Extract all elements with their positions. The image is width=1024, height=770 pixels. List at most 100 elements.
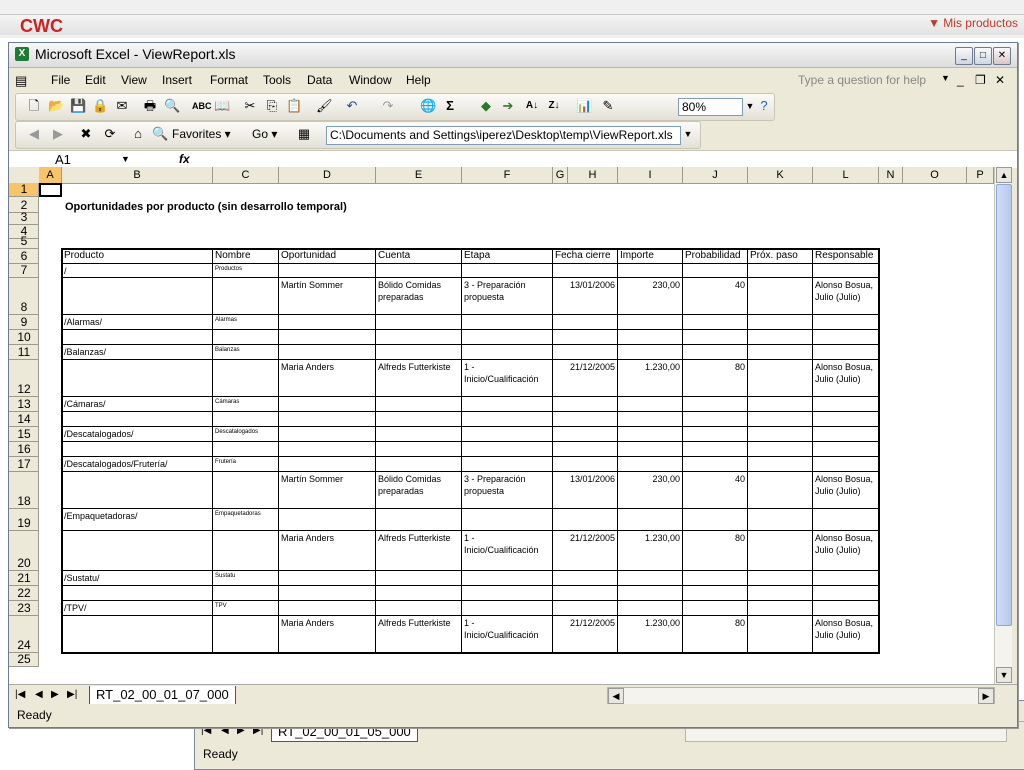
table-cell[interactable]: Alonso Bosua, Julio (Julio)	[813, 472, 879, 509]
table-cell[interactable]: 3 - Preparación propuesta	[462, 472, 553, 509]
column-header-b[interactable]: B	[62, 167, 213, 183]
table-cell[interactable]	[376, 315, 462, 330]
table-cell[interactable]	[813, 442, 879, 457]
table-cell[interactable]	[279, 601, 376, 616]
new-icon[interactable]: 🗋	[26, 98, 42, 114]
table-cell[interactable]	[813, 457, 879, 472]
column-header-k[interactable]: K	[748, 167, 813, 183]
table-cell[interactable]	[683, 397, 748, 412]
menu-file[interactable]: File	[51, 73, 70, 87]
table-header-cell[interactable]: Probabilidad	[683, 249, 748, 264]
web-back-icon[interactable]: ◀	[26, 126, 42, 142]
table-cell[interactable]	[462, 427, 553, 442]
table-cell[interactable]	[618, 345, 683, 360]
table-cell[interactable]: 21/12/2005	[553, 616, 618, 653]
table-cell[interactable]	[813, 571, 879, 586]
table-cell[interactable]	[553, 315, 618, 330]
scroll-down-icon[interactable]: ▼	[996, 667, 1012, 683]
table-cell[interactable]	[553, 345, 618, 360]
table-cell[interactable]	[462, 397, 553, 412]
table-cell[interactable]	[213, 330, 279, 345]
table-cell[interactable]	[553, 509, 618, 531]
favorites-menu[interactable]: Favorites ▾	[172, 127, 231, 141]
table-header-cell[interactable]: Próx. paso	[748, 249, 813, 264]
table-cell[interactable]	[748, 571, 813, 586]
table-cell[interactable]	[748, 330, 813, 345]
table-cell[interactable]: 1 - Inicio/Cualificación	[462, 360, 553, 397]
table-cell[interactable]	[376, 586, 462, 601]
row-header-17[interactable]: 17	[9, 457, 39, 472]
doc-minimize-button[interactable]: _	[957, 73, 964, 87]
table-cell[interactable]	[618, 397, 683, 412]
help-search-input[interactable]: Type a question for help	[793, 71, 939, 90]
table-cell[interactable]	[62, 278, 213, 315]
table-cell[interactable]	[813, 412, 879, 427]
table-cell[interactable]	[279, 442, 376, 457]
row-header-5[interactable]: 5	[9, 234, 39, 249]
row-header-19[interactable]: 19	[9, 509, 39, 531]
table-cell[interactable]	[462, 412, 553, 427]
table-header-cell[interactable]: Cuenta	[376, 249, 462, 264]
scroll-right-icon[interactable]: ▶	[978, 688, 994, 704]
table-cell[interactable]	[618, 427, 683, 442]
table-cell[interactable]	[376, 509, 462, 531]
table-cell[interactable]	[462, 330, 553, 345]
table-cell[interactable]	[376, 457, 462, 472]
menu-data[interactable]: Data	[307, 73, 332, 87]
table-cell[interactable]	[553, 264, 618, 278]
table-cell[interactable]: /Cámaras/	[62, 397, 213, 412]
table-cell[interactable]	[748, 601, 813, 616]
table-cell[interactable]	[748, 616, 813, 653]
table-cell[interactable]	[553, 442, 618, 457]
table-cell[interactable]	[618, 457, 683, 472]
table-header-cell[interactable]: Importe	[618, 249, 683, 264]
table-cell[interactable]	[279, 509, 376, 531]
table-cell[interactable]	[462, 315, 553, 330]
table-cell[interactable]	[748, 360, 813, 397]
active-cell[interactable]	[39, 183, 62, 197]
table-cell[interactable]	[683, 586, 748, 601]
table-cell[interactable]	[376, 345, 462, 360]
table-cell[interactable]	[462, 442, 553, 457]
table-cell[interactable]: 40	[683, 278, 748, 315]
table-cell[interactable]	[376, 412, 462, 427]
table-cell[interactable]	[618, 330, 683, 345]
spelling-icon[interactable]: ABC	[192, 98, 212, 114]
column-header-f[interactable]: F	[462, 167, 553, 183]
row-header-21[interactable]: 21	[9, 571, 39, 586]
table-cell[interactable]	[213, 442, 279, 457]
table-cell[interactable]: Maria Anders	[279, 531, 376, 571]
row-header-9[interactable]: 9	[9, 315, 39, 330]
table-cell[interactable]: Alarmas	[213, 315, 279, 330]
first-sheet-icon[interactable]: |◀	[15, 689, 25, 700]
table-cell[interactable]	[213, 412, 279, 427]
table-cell[interactable]: Bólido Comidas preparadas	[376, 472, 462, 509]
minimize-button[interactable]: _	[955, 47, 973, 65]
row-header-25[interactable]: 25	[9, 652, 39, 667]
table-header-cell[interactable]: Oportunidad	[279, 249, 376, 264]
table-cell[interactable]: Sustatu	[213, 571, 279, 586]
table-cell[interactable]	[462, 264, 553, 278]
doc-restore-button[interactable]: ❐	[975, 73, 986, 87]
redo-icon[interactable]: ↷	[380, 98, 396, 114]
column-header-i[interactable]: I	[618, 167, 683, 183]
table-cell[interactable]: 230,00	[618, 278, 683, 315]
table-cell[interactable]	[279, 315, 376, 330]
table-cell[interactable]	[618, 412, 683, 427]
table-cell[interactable]	[213, 360, 279, 397]
table-cell[interactable]	[618, 601, 683, 616]
table-cell[interactable]	[813, 586, 879, 601]
table-header-cell[interactable]: Responsable	[813, 249, 879, 264]
scroll-left-icon[interactable]: ◀	[608, 688, 624, 704]
permission-icon[interactable]: 🔒	[92, 98, 108, 114]
menu-tools[interactable]: Tools	[263, 73, 291, 87]
column-header-a[interactable]: A	[39, 167, 62, 183]
table-cell[interactable]: Alonso Bosua, Julio (Julio)	[813, 360, 879, 397]
table-cell[interactable]	[748, 442, 813, 457]
table-cell[interactable]	[279, 345, 376, 360]
table-cell[interactable]	[62, 472, 213, 509]
table-cell[interactable]: /	[62, 264, 213, 278]
table-cell[interactable]	[376, 427, 462, 442]
vertical-scroll-thumb[interactable]	[996, 184, 1012, 626]
workbook-icon[interactable]: ▤	[15, 73, 27, 89]
